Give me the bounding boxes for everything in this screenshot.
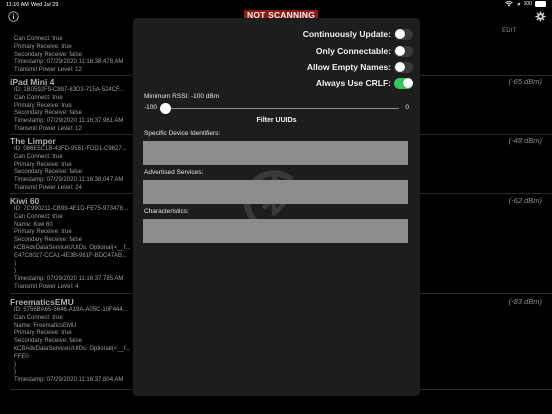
switch-knob — [402, 78, 413, 88]
location-icon — [516, 2, 521, 6]
wifi-icon — [504, 1, 513, 7]
status-time: 11:16 AM — [6, 2, 29, 8]
status-date: Wed Jul 29 — [31, 2, 59, 8]
toggle-label: Continuously Update: — [302, 29, 391, 39]
switch-knob — [394, 62, 405, 72]
slider-track[interactable] — [160, 107, 399, 109]
toggle-label: Always Use CRLF: — [315, 78, 391, 88]
battery-icon — [535, 1, 546, 7]
slider-max-label: 0 — [405, 104, 409, 111]
status-bar: 11:16 AM Wed Jul 29 100 — [0, 0, 552, 10]
switch-knob — [394, 46, 405, 56]
device-identifiers-input[interactable] — [143, 141, 408, 165]
advertised-services-label: Advertised Services: — [144, 169, 204, 176]
filter-settings-modal: Continuously Update: Only Connectable: A… — [133, 18, 420, 396]
battery-percent: 100 — [523, 1, 532, 7]
toggle-label: Allow Empty Names: — [306, 62, 391, 72]
gear-icon[interactable] — [535, 11, 546, 22]
filter-uuids-title: Filter UUIDs — [256, 117, 297, 124]
always-use-crlf-switch[interactable] — [394, 77, 413, 89]
minimum-rssi-label: Minimum RSSI: -100 dBm — [144, 93, 220, 100]
advertised-services-input[interactable] — [143, 180, 408, 204]
toggle-only-connectable: Only Connectable: — [316, 45, 413, 57]
status-indicators: 100 — [504, 1, 546, 7]
slider-min-label: -100 — [144, 104, 158, 111]
characteristics-label: Characteristics: — [144, 208, 189, 215]
continuously-update-switch[interactable] — [394, 28, 413, 40]
only-connectable-switch[interactable] — [394, 45, 413, 57]
device-identifiers-label: Specific Device Identifiers: — [144, 130, 221, 137]
info-icon[interactable] — [8, 11, 19, 22]
minimum-rssi-slider[interactable]: -100 0 — [144, 102, 409, 114]
switch-knob — [394, 29, 405, 39]
toggle-continuously-update: Continuously Update: — [303, 28, 413, 40]
toggle-label: Only Connectable: — [315, 46, 391, 56]
allow-empty-names-switch[interactable] — [394, 61, 413, 73]
slider-thumb[interactable] — [160, 102, 171, 114]
toggle-always-use-crlf: Always Use CRLF: — [316, 77, 413, 89]
characteristics-input[interactable] — [143, 219, 408, 243]
toggle-allow-empty-names: Allow Empty Names: — [307, 61, 413, 73]
